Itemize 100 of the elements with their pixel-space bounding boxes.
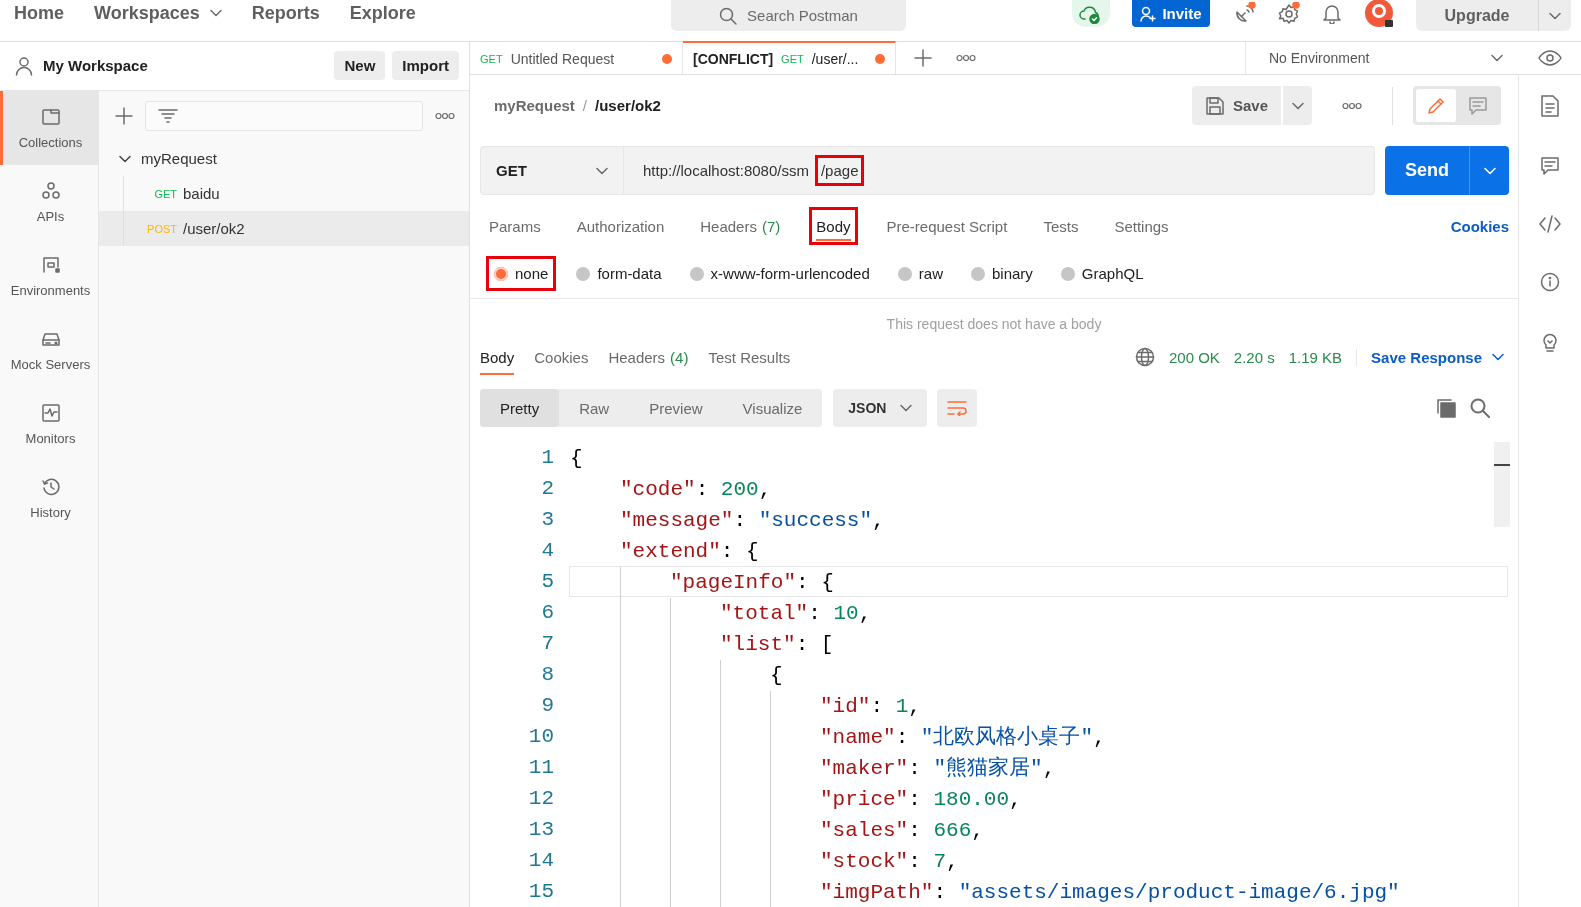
cookies-link[interactable]: Cookies	[1450, 217, 1509, 235]
caret-down-icon[interactable]	[900, 404, 913, 412]
response-tab[interactable]: Headers (4)	[604, 338, 693, 376]
body-type-radio[interactable]: GraphQL	[1052, 256, 1152, 291]
header-button[interactable]: Import	[392, 51, 459, 80]
save-response-button[interactable]: Save Response	[1356, 348, 1504, 366]
request-section-tab[interactable]: Tests	[1036, 207, 1086, 245]
code-line: "sales": 666,	[820, 818, 984, 844]
lightbulb-icon[interactable]	[1540, 331, 1560, 353]
caret-down-icon[interactable]	[596, 166, 608, 175]
breadcrumb-link[interactable]: myRequest	[494, 97, 575, 114]
more-icon[interactable]	[435, 112, 455, 120]
response-tab[interactable]: Cookies	[530, 338, 593, 376]
nav-link[interactable]: Reports	[251, 2, 320, 24]
request-item[interactable]: POST /user/ok2	[99, 211, 469, 246]
body-type-radio[interactable]: form-data	[568, 256, 670, 291]
plus-icon[interactable]	[115, 107, 133, 125]
breadcrumb-separator: /	[582, 97, 588, 114]
caret-down-icon[interactable]	[1491, 53, 1503, 62]
request-tab[interactable]: [CONFLICT] GET /user/...	[683, 41, 896, 74]
response-tab[interactable]: Body	[476, 338, 519, 376]
sidebar-item[interactable]: Mock Servers	[0, 313, 98, 387]
line-number: 7	[540, 631, 554, 657]
line-number: 9	[540, 693, 554, 719]
response-size: 1.19 KB	[1288, 348, 1343, 366]
sidebar-item[interactable]: Monitors	[0, 387, 98, 461]
environment-select[interactable]: No Environment	[1245, 41, 1518, 74]
nav-link[interactable]: Home	[14, 2, 64, 24]
line-number: 13	[527, 817, 554, 843]
body-type-radio[interactable]: none	[486, 256, 557, 291]
sync-status[interactable]	[1072, 0, 1110, 27]
plus-icon[interactable]	[914, 48, 932, 67]
view-mode-button[interactable]: Pretty	[480, 389, 560, 427]
code-line: "maker": "熊猫家居",	[820, 755, 1056, 782]
line-number: 12	[527, 786, 554, 812]
settings-icon[interactable]	[1278, 2, 1300, 24]
request-name: baidu	[183, 185, 220, 202]
caret-down-icon[interactable]	[1549, 11, 1561, 20]
caret-down-icon[interactable]	[209, 9, 222, 17]
tab-title: /user/...	[811, 50, 860, 67]
view-mode-button[interactable]: Raw	[559, 389, 630, 427]
search-icon	[719, 6, 738, 25]
view-mode-button[interactable]: Visualize	[722, 389, 823, 427]
method-label: GET	[781, 52, 804, 65]
request-section-tab[interactable]: Params	[482, 207, 548, 245]
code-line: {	[770, 663, 783, 689]
comment-icon[interactable]	[1540, 156, 1560, 176]
request-section-tab[interactable]: Authorization	[569, 207, 672, 245]
request-tab[interactable]: GET Untitled Request	[470, 41, 683, 74]
request-section-tab[interactable]: Body	[809, 207, 858, 245]
code-line: "id": 1,	[820, 694, 921, 720]
collection-item[interactable]: myRequest	[99, 141, 469, 176]
invite-button[interactable]: Invite	[1132, 0, 1210, 27]
folder-icon	[40, 106, 61, 127]
line-number: 1	[540, 445, 554, 471]
edit-mode-button[interactable]	[1416, 89, 1456, 122]
search-field[interactable]: Search Postman	[671, 0, 906, 31]
wrap-icon	[947, 400, 968, 416]
sidebar-item[interactable]: Environments	[0, 239, 98, 313]
body-type-radio[interactable]: binary	[962, 256, 1041, 291]
caret-down-icon[interactable]	[1492, 353, 1504, 361]
url-field[interactable]: http://localhost:8080/ssm /page	[624, 146, 1375, 195]
eye-icon[interactable]	[1537, 49, 1562, 66]
sidebar-item[interactable]: Collections	[0, 91, 98, 165]
code-icon[interactable]	[1539, 215, 1561, 233]
method-select[interactable]: GET	[480, 146, 624, 195]
save-button[interactable]: Save	[1191, 86, 1281, 125]
header-button[interactable]: New	[334, 51, 386, 80]
format-select[interactable]: JSON	[833, 389, 928, 427]
body-type-radio[interactable]: x-www-form-urlencoded	[681, 256, 878, 291]
more-icon[interactable]	[1342, 101, 1362, 110]
copy-icon[interactable]	[1436, 398, 1456, 418]
satellite-icon[interactable]	[1234, 2, 1256, 24]
info-icon[interactable]	[1540, 272, 1560, 292]
sidebar-item[interactable]: APIs	[0, 165, 98, 239]
caret-down-icon[interactable]	[119, 154, 131, 163]
search-icon[interactable]	[1470, 398, 1490, 418]
globe-icon[interactable]	[1135, 347, 1155, 367]
request-section-tab[interactable]: Headers (7)	[693, 207, 788, 245]
bell-icon[interactable]	[1322, 2, 1342, 24]
avatar-icon[interactable]	[1364, 0, 1394, 28]
request-name: /user/ok2	[183, 220, 245, 237]
caret-down-icon[interactable]	[1291, 101, 1304, 110]
save-icon	[1204, 95, 1225, 116]
more-icon[interactable]	[956, 53, 976, 62]
request-section-tab[interactable]: Settings	[1107, 207, 1176, 245]
scrollbar[interactable]	[1494, 442, 1510, 527]
nav-link[interactable]: Explore	[349, 2, 416, 24]
document-icon[interactable]	[1541, 95, 1559, 117]
nav-link[interactable]: Workspaces	[94, 2, 222, 24]
view-mode-button[interactable]: Preview	[629, 389, 723, 427]
sidebar-item[interactable]: History	[0, 461, 98, 535]
request-section-tab[interactable]: Pre-request Script	[879, 207, 1015, 245]
filter-field[interactable]	[145, 101, 423, 131]
body-type-radio[interactable]: raw	[889, 256, 951, 291]
workspace-name[interactable]: My Workspace	[43, 57, 328, 74]
response-tab[interactable]: Test Results	[704, 338, 795, 376]
method-label: GET	[480, 52, 503, 65]
line-number: 11	[527, 755, 554, 781]
request-item[interactable]: GET baidu	[99, 176, 469, 211]
